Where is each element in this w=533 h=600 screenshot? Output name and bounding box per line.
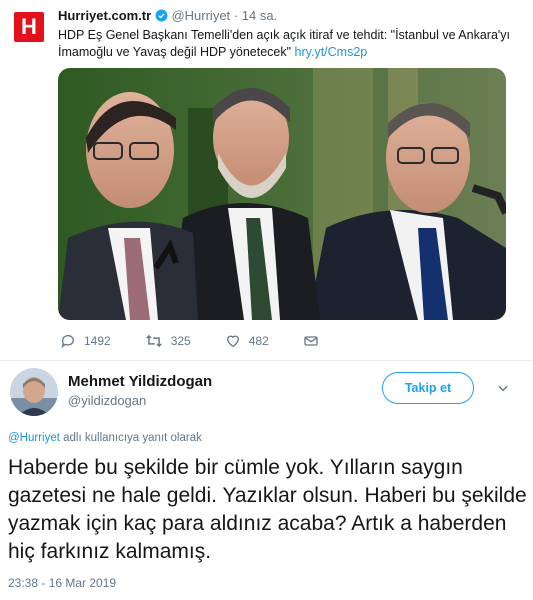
quoted-account-name[interactable]: Hurriyet.com.tr [58,8,151,23]
news-photo[interactable] [58,68,506,320]
retweet-count: 325 [170,334,191,348]
dm-action[interactable] [303,333,327,349]
author-handle[interactable]: @yildizdogan [68,393,146,408]
quoted-tweet-body: HDP Eş Genel Başkanı Temelli'den açık aç… [58,28,511,59]
quoted-tweet-text: HDP Eş Genel Başkanı Temelli'den açık aç… [58,27,518,61]
reply-tweet-text: Haberde bu şekilde bir cümle yok. Yıllar… [8,456,527,563]
heart-icon [226,335,239,348]
hurriyet-logo[interactable]: H [14,12,44,42]
chevron-down-icon[interactable] [496,381,510,395]
like-count: 482 [248,334,269,348]
reply-action[interactable]: 1492 [60,333,111,349]
envelope-icon [304,336,318,346]
replying-to: @Hurriyet adlı kullanıcıya yanıt olarak [8,432,202,444]
follow-button[interactable]: Takip et [382,372,474,404]
logo-letter: H [21,14,37,39]
header-separator: · [233,8,239,23]
retweet-action[interactable]: 325 [145,333,191,349]
avatar-image [10,368,58,416]
quoted-handle[interactable]: @Hurriyet [171,8,230,23]
author-name[interactable]: Mehmet Yildizdogan [68,373,212,390]
replying-to-label: adlı kullanıcıya yanıt olarak [59,432,202,444]
quoted-tweet-header: Hurriyet.com.tr @Hurriyet · 14 sa. [58,8,277,23]
news-photo-graphic [58,68,506,320]
avatar[interactable] [10,368,58,416]
tweet-timestamp[interactable]: 23:38 - 16 Mar 2019 [8,576,116,590]
reply-count: 1492 [84,334,111,348]
article-link[interactable]: hry.yt/Cms2p [295,45,368,59]
reply-tweet-header: Mehmet Yildizdogan @yildizdogan Takip et [10,368,523,418]
retweet-icon [145,334,162,348]
quoted-tweet[interactable]: H Hurriyet.com.tr @Hurriyet · 14 sa. HDP… [0,0,533,361]
like-action[interactable]: 482 [225,333,269,349]
quoted-tweet-actions: 1492 325 482 [60,333,361,349]
replying-to-link[interactable]: @Hurriyet [8,432,60,444]
quoted-time[interactable]: 14 sa. [242,8,277,23]
reply-icon [61,335,74,348]
verified-badge-icon [155,9,168,22]
